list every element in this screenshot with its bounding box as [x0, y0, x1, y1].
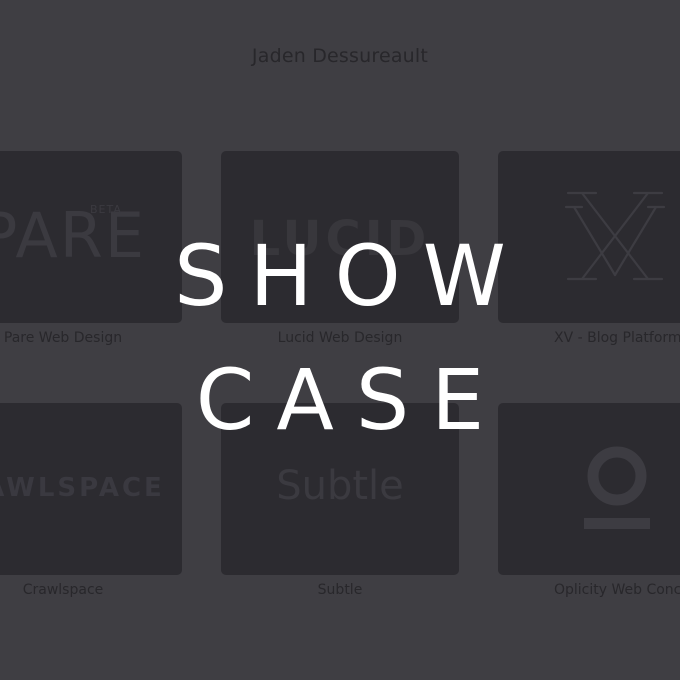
project-title-oplicity[interactable]: Oplicity Web Conce	[498, 582, 680, 598]
showcase-title-line-2: CASE	[195, 351, 507, 449]
project-title-subtle[interactable]: Subtle	[221, 582, 459, 598]
subtle-logo: Subtle	[276, 463, 404, 509]
crawlspace-logo: RAWLSPACE	[0, 473, 165, 503]
beta-badge: BETA	[90, 203, 122, 216]
portfolio-page: Jaden Dessureault PARE BETA Pare Web Des…	[0, 0, 680, 680]
project-title-crawlspace[interactable]: Crawlspace	[0, 582, 182, 598]
author-name: Jaden Dessureault	[251, 45, 429, 67]
showcase-title: SHOW CASE	[0, 226, 680, 450]
showcase-title-line-1: SHOW	[174, 227, 528, 325]
